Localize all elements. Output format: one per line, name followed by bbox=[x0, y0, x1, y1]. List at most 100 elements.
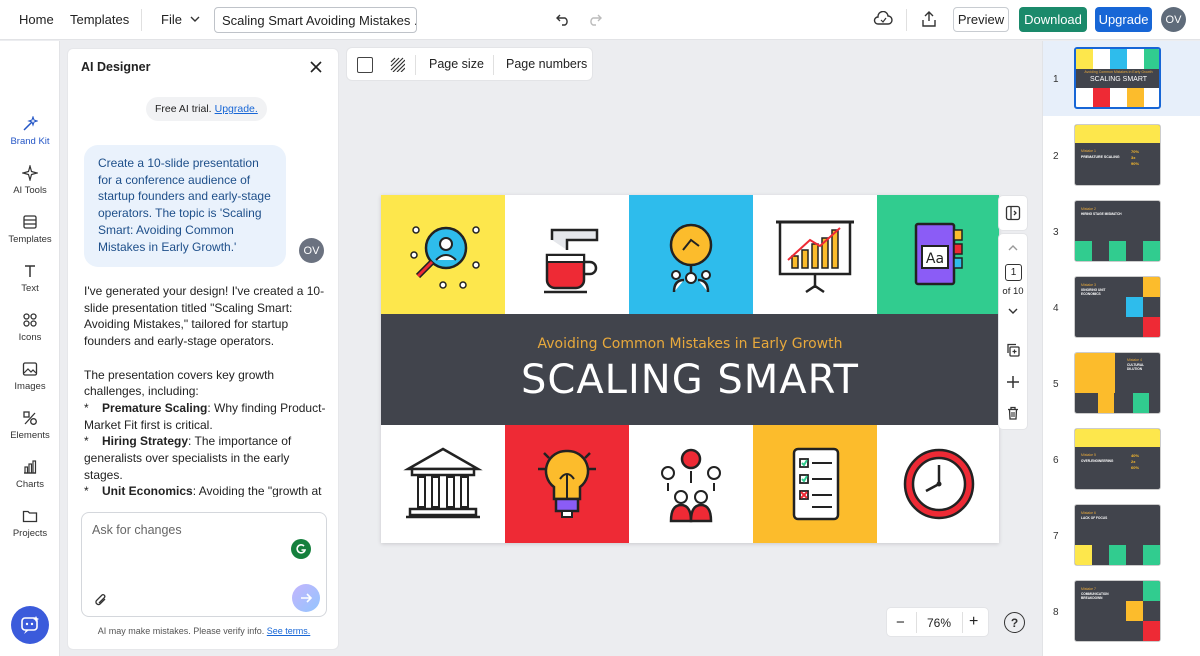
nav-label: AI Tools bbox=[13, 185, 47, 196]
thumbnail-stat: 70% bbox=[1131, 149, 1140, 154]
thumbnail-stat: 3x bbox=[1131, 155, 1136, 160]
background-color-button[interactable] bbox=[357, 57, 373, 73]
pattern-icon[interactable] bbox=[389, 56, 406, 73]
page-controls: 1 of 10 bbox=[998, 233, 1028, 430]
slide-number: 5 bbox=[1053, 379, 1059, 390]
see-terms-link[interactable]: See terms. bbox=[267, 626, 311, 636]
thumbnail-label: Mistake 2 bbox=[1081, 207, 1096, 211]
thumbnail-stats: 40% 2x 60% bbox=[1131, 453, 1139, 471]
arrow-right-icon bbox=[301, 593, 313, 603]
user-avatar: OV bbox=[299, 238, 324, 263]
slide-tile[interactable] bbox=[381, 195, 505, 314]
home-link[interactable]: Home bbox=[19, 12, 54, 27]
nav-images[interactable]: Images bbox=[0, 361, 60, 392]
user-avatar[interactable]: OV bbox=[1161, 7, 1186, 32]
slide-number: 8 bbox=[1053, 607, 1059, 618]
ai-designer-panel: AI Designer Free AI trial. Upgrade. Creat… bbox=[67, 48, 339, 650]
thumbnail-slide-2[interactable]: 2 Mistake 1 PREMATURE SCALING 70% 3x 90% bbox=[1043, 118, 1200, 193]
zoom-level[interactable]: 76% bbox=[927, 616, 951, 630]
thumbnail-slide-5[interactable]: 5 Mistake 4 CULTURAL DILUTION bbox=[1043, 346, 1200, 421]
slide-tile[interactable] bbox=[629, 425, 753, 543]
ai-assistant-button[interactable] bbox=[11, 606, 49, 644]
nav-ai-tools[interactable]: AI Tools bbox=[0, 165, 60, 196]
file-menu[interactable]: File bbox=[161, 12, 200, 27]
svg-text:Aa: Aa bbox=[926, 251, 944, 267]
team-collaboration-icon bbox=[661, 448, 721, 523]
attach-icon[interactable] bbox=[93, 592, 109, 608]
nav-icons[interactable]: Icons bbox=[0, 312, 60, 343]
nav-templates[interactable]: Templates bbox=[0, 214, 60, 245]
share-icon[interactable] bbox=[920, 10, 938, 28]
thumbnail-slide-6[interactable]: 6 Mistake 5 OVER-ENGINEERING 40% 2x 60% bbox=[1043, 422, 1200, 497]
slide-number: 2 bbox=[1053, 151, 1059, 162]
thumbnail-title: COMMUNICATION BREAKDOWN bbox=[1081, 592, 1109, 600]
title-banner[interactable]: Avoiding Common Mistakes in Early Growth… bbox=[381, 314, 999, 425]
slide-subtitle[interactable]: Avoiding Common Mistakes in Early Growth bbox=[381, 336, 999, 352]
templates-link[interactable]: Templates bbox=[70, 12, 129, 27]
thumbnail-label: Mistake 5 bbox=[1081, 453, 1096, 457]
reply-intro: I've generated your design! I've created… bbox=[84, 284, 325, 349]
thumbnail-label: Mistake 3 bbox=[1081, 283, 1096, 287]
divider bbox=[916, 612, 917, 633]
thumbnail-slide-8[interactable]: 8 Mistake 7 COMMUNICATION BREAKDOWN bbox=[1043, 574, 1200, 649]
slide-tile[interactable] bbox=[877, 425, 999, 543]
thumbnail-label: Mistake 1 bbox=[1081, 149, 1096, 153]
duplicate-page-icon[interactable] bbox=[1006, 343, 1020, 357]
slide-number: 6 bbox=[1053, 455, 1059, 466]
thumbnail-slide-4[interactable]: 4 Mistake 3 IGNORING UNIT ECONOMICS bbox=[1043, 270, 1200, 345]
ai-reply: I've generated your design! I've created… bbox=[84, 283, 328, 497]
zoom-out-button[interactable]: − bbox=[896, 614, 905, 631]
slide-title[interactable]: SCALING SMART bbox=[381, 357, 999, 403]
thumbnail-title: IGNORING UNIT ECONOMICS bbox=[1081, 288, 1106, 296]
nav-elements[interactable]: Elements bbox=[0, 410, 60, 441]
slide-tile[interactable] bbox=[505, 425, 629, 543]
slide-canvas[interactable]: Aa Avoiding Common Mistakes in Early Gro… bbox=[381, 195, 999, 543]
slide-tile[interactable] bbox=[753, 195, 877, 314]
delete-page-icon[interactable] bbox=[1006, 406, 1020, 420]
icons-icon bbox=[23, 313, 37, 327]
slide-tile[interactable] bbox=[505, 195, 629, 314]
page-size-button[interactable]: Page size bbox=[429, 57, 484, 71]
page-numbers-button[interactable]: Page numbers bbox=[506, 57, 587, 71]
nav-charts[interactable]: Charts bbox=[0, 459, 60, 490]
thumbnail-preview: Mistake 2 HIRING STAGE MISMATCH bbox=[1074, 200, 1161, 262]
thumbnail-slide-3[interactable]: 3 Mistake 2 HIRING STAGE MISMATCH bbox=[1043, 194, 1200, 269]
document-title-input[interactable]: Scaling Smart Avoiding Mistakes ... bbox=[214, 7, 417, 33]
close-icon[interactable] bbox=[308, 59, 324, 75]
growth-mindset-icon bbox=[669, 223, 713, 292]
send-button[interactable] bbox=[292, 584, 320, 612]
trial-upgrade-link[interactable]: Upgrade. bbox=[215, 103, 258, 115]
thumbnail-slide-7[interactable]: 7 Mistake 6 LACK OF FOCUS bbox=[1043, 498, 1200, 573]
talent-search-icon bbox=[410, 225, 480, 289]
thumbnail-slide-1[interactable]: 1 Avoiding Common Mistakes in Early Grow… bbox=[1043, 41, 1200, 116]
brand-book-icon: Aa bbox=[914, 222, 963, 285]
thumbnail-label: Mistake 4 bbox=[1127, 358, 1142, 362]
upgrade-button[interactable]: Upgrade bbox=[1095, 7, 1152, 32]
download-button[interactable]: Download bbox=[1019, 7, 1087, 32]
chevron-up-icon[interactable] bbox=[1007, 242, 1019, 254]
cloud-sync-icon[interactable] bbox=[872, 10, 894, 28]
nav-projects[interactable]: Projects bbox=[0, 508, 60, 539]
page-toolbar: Page size Page numbers bbox=[346, 47, 593, 81]
chevron-down-icon[interactable] bbox=[1007, 305, 1019, 317]
help-button[interactable]: ? bbox=[1004, 612, 1025, 633]
redo-icon[interactable] bbox=[587, 11, 603, 27]
add-page-icon[interactable] bbox=[1006, 375, 1020, 389]
slide-tile[interactable]: Aa bbox=[877, 195, 999, 314]
zoom-in-button[interactable]: + bbox=[969, 613, 978, 631]
slide-tile[interactable] bbox=[753, 425, 877, 543]
slide-tile[interactable] bbox=[381, 425, 505, 543]
nav-label: Templates bbox=[8, 234, 52, 245]
undo-icon[interactable] bbox=[555, 11, 571, 27]
grammarly-icon[interactable] bbox=[291, 539, 311, 559]
collapse-panel-button[interactable] bbox=[998, 195, 1028, 231]
current-page-input[interactable]: 1 bbox=[1005, 264, 1022, 281]
slide-number: 7 bbox=[1053, 531, 1059, 542]
preview-button[interactable]: Preview bbox=[953, 7, 1009, 32]
ask-for-changes-input[interactable]: Ask for changes bbox=[81, 512, 327, 617]
nav-brand-kit[interactable]: Brand Kit bbox=[0, 116, 60, 147]
nav-text[interactable]: Text bbox=[0, 263, 60, 294]
reply-challenges: The presentation covers key growth chall… bbox=[84, 367, 275, 399]
divider bbox=[962, 612, 963, 633]
slide-tile[interactable] bbox=[629, 195, 753, 314]
